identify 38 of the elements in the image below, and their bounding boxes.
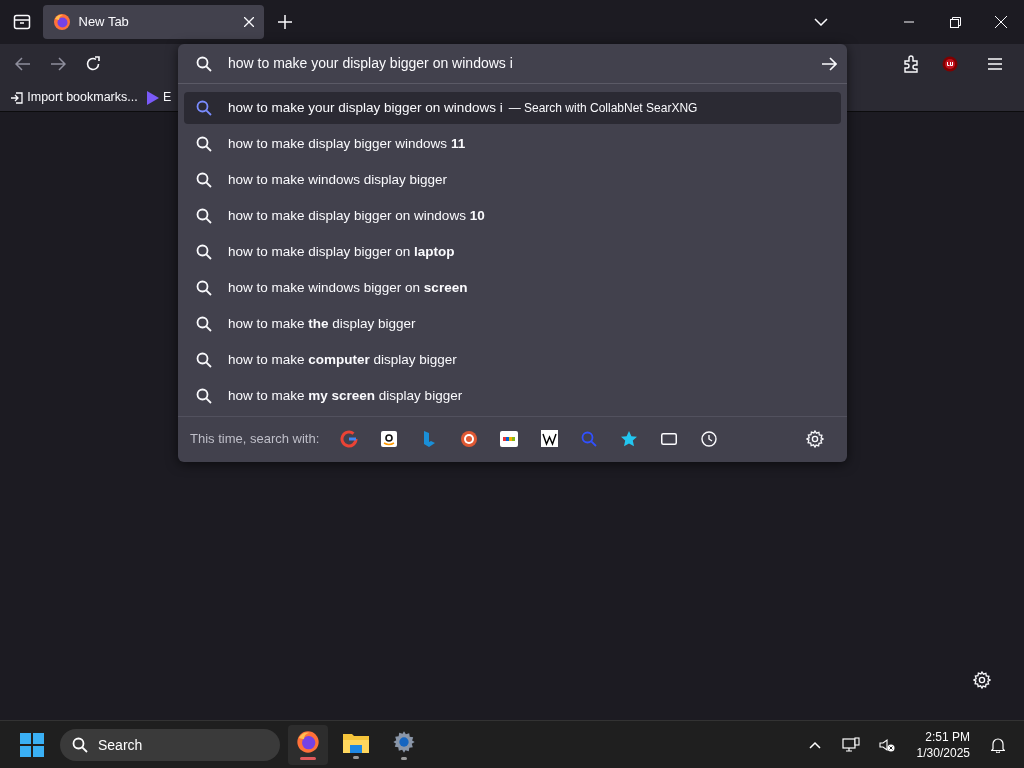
search-with-label: This time, search with: [190,429,320,448]
time-text: 2:51 PM [924,728,970,745]
clock[interactable]: 2:51 PM 1/30/2025 [916,728,970,761]
suggestion-item[interactable]: how to make my screen display bigger [184,380,841,412]
taskbar-app[interactable] [288,724,328,765]
bookmark[interactable]: Import bookmarks... [10,88,138,107]
firefox-icon [296,729,320,754]
search-icon [196,208,212,224]
settings-icon[interactable] [972,670,992,690]
import-icon [10,90,24,105]
search-icon [196,388,212,404]
go-arrow-icon[interactable] [821,56,837,71]
bookmark[interactable]: E [143,88,172,107]
suggestion-item[interactable]: how to make display bigger on laptop [184,236,841,268]
search-icon [196,316,212,332]
suggestion-item[interactable]: how to make windows display bigger [184,164,841,196]
search-icon [196,352,212,368]
suggestion-item[interactable]: how to make display bigger on windows 10 [184,200,841,232]
settings-icon [392,729,416,754]
date-text: 1/30/2025 [916,744,970,761]
tab-title: New Tab [78,13,130,32]
search-icon [196,55,212,72]
action-text: — Search with CollabNet SearXNG [508,100,698,117]
firefox-icon [52,13,71,31]
close-tab-icon[interactable] [243,17,254,27]
suggestion-item[interactable]: how to make the display bigger [184,308,841,340]
search-icon [196,280,212,296]
suggestion-item[interactable]: how to make your display bigger on windows i — Search with CollabNet SearXNG [184,92,841,124]
suggestion-item[interactable]: how to make windows bigger on screen [184,272,841,304]
tab[interactable]: New Tab [42,5,264,39]
suggestion-item[interactable]: how to make computer display bigger [184,344,841,376]
search-icon [196,136,212,152]
search-field[interactable]: Search [60,728,280,761]
search-icon [196,172,212,188]
search-icon [196,100,212,116]
suggestion-item[interactable]: how to make display bigger windows 11 [184,128,841,160]
search-icon [196,244,212,260]
search-icon [72,736,88,753]
